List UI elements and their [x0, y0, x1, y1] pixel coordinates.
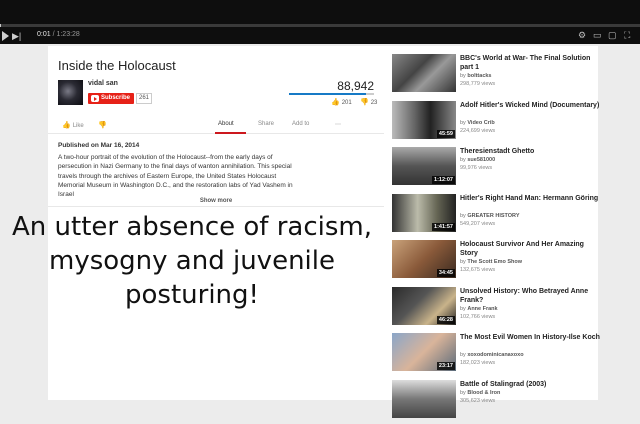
dislike-button[interactable]: 👎 — [98, 121, 109, 129]
recommended-video-title[interactable]: Unsolved History: Who Betrayed Anne Fran… — [460, 287, 600, 305]
recommended-video-views: 99,976 views — [460, 165, 493, 171]
recommended-video-channel[interactable]: by Anne Frank — [460, 306, 498, 312]
time-display: 0:01 / 1:23:28 — [37, 31, 80, 38]
tab-share[interactable]: Share — [258, 121, 274, 127]
video-thumbnail[interactable]: 45:59 — [392, 100, 456, 139]
thumbs-up-icon: 👍 — [331, 99, 340, 106]
recommended-video-title[interactable]: Battle of Stalingrad (2003) — [460, 380, 600, 389]
youtube-logo-icon — [91, 95, 99, 102]
recommended-video[interactable]: 34:45 Holocaust Survivor And Her Amazing … — [392, 240, 602, 284]
video-thumbnail[interactable]: 34:45 — [392, 240, 456, 278]
overlay-caption: An utter absence of racism, mysogny and … — [12, 212, 372, 310]
dislike-count[interactable]: 👎 23 — [360, 98, 377, 106]
recommended-video-views: 298,779 views — [460, 81, 496, 87]
progress-fill — [0, 24, 2, 27]
next-icon[interactable]: ▶| — [12, 31, 21, 41]
recommended-video-views: 305,623 views — [460, 397, 496, 404]
recommended-video-title[interactable]: BBC's World at War- The Final Solution p… — [460, 54, 600, 72]
recommended-video-channel[interactable]: by Blood & Iron — [460, 390, 500, 396]
video-thumbnail[interactable]: 1:12:07 — [392, 147, 456, 185]
show-more-button[interactable]: Show more — [48, 198, 384, 207]
recommended-video[interactable]: 45:59 Adolf Hitler's Wicked Mind (Documen… — [392, 100, 602, 145]
channel-name[interactable]: vidal san — [88, 80, 118, 87]
recommended-video-channel[interactable]: by xoxodominicanaxoxo — [460, 352, 524, 358]
recommended-video-title[interactable]: The Most Evil Women In History-Ilse Koch — [460, 333, 600, 342]
like-count-value: 201 — [341, 100, 352, 106]
video-duration: 46:28 — [436, 315, 455, 324]
recommended-video[interactable]: 1:41:57 Hitler's Right Hand Man: Hermann … — [392, 193, 602, 238]
publish-date: Published on Mar 16, 2014 — [58, 142, 140, 149]
subscribe-button[interactable]: Subscribe — [88, 93, 134, 104]
recommended-video-title[interactable]: Holocaust Survivor And Her Amazing Story — [460, 240, 600, 258]
miniplayer-icon[interactable]: ▢ — [608, 30, 617, 40]
action-tabs: 👍 Like 👎 About Share Add to ⋯ — [48, 114, 384, 134]
active-tab-indicator — [215, 132, 246, 134]
recommended-video[interactable]: BBC's World at War- The Final Solution p… — [392, 54, 602, 98]
more-icon[interactable]: ⋯ — [335, 121, 341, 128]
recommendations-sidebar: BBC's World at War- The Final Solution p… — [384, 46, 600, 418]
theater-mode-icon[interactable]: ▭ — [593, 30, 602, 40]
settings-icon[interactable]: ⚙ — [578, 30, 586, 40]
like-label: Like — [72, 123, 84, 129]
thumbs-down-icon: 👎 — [360, 99, 369, 106]
subscribe-label: Subscribe — [101, 95, 131, 101]
recommended-video-views: 132,675 views — [460, 267, 496, 273]
tab-add-to[interactable]: Add to — [292, 121, 309, 127]
dislike-count-value: 23 — [370, 100, 378, 106]
thumbs-down-icon: 👎 — [98, 122, 107, 129]
video-duration: 1:12:07 — [432, 176, 455, 184]
recommended-video-title[interactable]: Theresienstadt Ghetto — [460, 147, 600, 156]
recommended-video[interactable]: Battle of Stalingrad (2003) by Blood & Ir… — [392, 379, 602, 424]
video-duration: 23:17 — [436, 362, 455, 370]
recommended-video-views: 224,699 views — [460, 127, 496, 134]
duration: 1:23:28 — [56, 31, 80, 38]
video-player-controls: ▶| 0:01 / 1:23:28 ⚙ ▭ ▢ ⛶ — [0, 0, 640, 44]
like-ratio-fill — [289, 93, 366, 95]
recommended-video-channel[interactable]: by GREATER HISTORY — [460, 213, 520, 219]
recommended-video-views: 549,207 views — [460, 220, 496, 227]
thumbs-up-icon: 👍 — [62, 122, 71, 129]
recommended-video[interactable]: 46:28 Unsolved History: Who Betrayed Anne… — [392, 286, 602, 331]
view-count: 88,942 — [337, 79, 374, 93]
video-thumbnail[interactable]: 23:17 — [392, 333, 456, 371]
video-thumbnail[interactable] — [392, 379, 456, 418]
recommended-video-channel[interactable]: by bolttacks — [460, 73, 492, 79]
recommended-video[interactable]: 23:17 The Most Evil Women In History-Ilse… — [392, 333, 602, 377]
video-thumbnail[interactable]: 46:28 — [392, 286, 456, 325]
recommended-video-title[interactable]: Hitler's Right Hand Man: Hermann Göring — [460, 194, 600, 203]
recommended-video[interactable]: 1:12:07 Theresienstadt Ghetto by sue581000… — [392, 147, 602, 191]
video-description: A two-hour portrait of the evolution of … — [58, 154, 293, 199]
video-title: Inside the Holocaust — [58, 58, 176, 73]
play-icon[interactable] — [2, 31, 9, 41]
channel-avatar[interactable] — [58, 80, 83, 105]
progress-bar[interactable] — [0, 24, 640, 27]
like-ratio-bar — [289, 93, 374, 95]
subscriber-count: 261 — [136, 93, 153, 104]
fullscreen-icon[interactable]: ⛶ — [624, 30, 630, 40]
video-duration: 45:59 — [436, 129, 455, 138]
video-thumbnail[interactable] — [392, 54, 456, 92]
recommended-video-channel[interactable]: by The Scott Emo Show — [460, 259, 522, 265]
tab-about[interactable]: About — [218, 121, 234, 127]
recommended-video-title[interactable]: Adolf Hitler's Wicked Mind (Documentary) — [460, 101, 600, 110]
recommended-video-views: 182,023 views — [460, 360, 496, 366]
recommended-video-channel[interactable]: by Video Crib — [460, 120, 495, 126]
recommended-video-views: 102,766 views — [460, 313, 496, 320]
video-thumbnail[interactable]: 1:41:57 — [392, 193, 456, 232]
current-time: 0:01 — [37, 31, 51, 38]
like-button[interactable]: 👍 Like — [62, 121, 84, 129]
recommended-video-channel[interactable]: by sue581000 — [460, 157, 495, 163]
like-count[interactable]: 👍 201 — [331, 98, 352, 106]
video-duration: 1:41:57 — [432, 222, 455, 231]
video-duration: 34:45 — [436, 269, 455, 277]
